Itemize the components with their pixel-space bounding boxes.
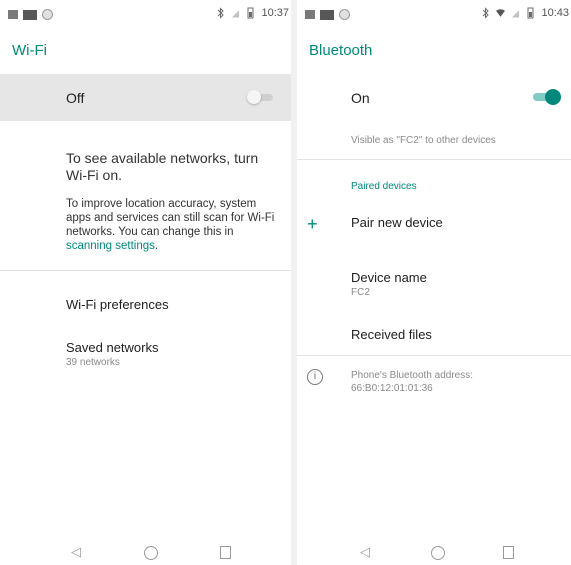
nav-bar: ◁ (297, 540, 571, 565)
notification-icon (305, 10, 315, 19)
divider (0, 270, 291, 271)
home-icon[interactable] (144, 546, 158, 560)
bluetooth-toggle-row[interactable]: On (297, 78, 571, 116)
plus-icon[interactable]: + (307, 214, 318, 235)
wifi-toggle-label: Off (66, 90, 85, 106)
recents-icon[interactable] (503, 546, 514, 559)
wifi-toggle-row[interactable]: Off (0, 74, 291, 121)
status-right-icons: 10:43 (481, 7, 569, 19)
screenshot-comparison: 10:37 Wi-Fi Off To see available network… (0, 0, 571, 565)
battery-icon (247, 7, 254, 19)
bluetooth-icon (483, 7, 490, 19)
bluetooth-toggle-label: On (351, 90, 370, 106)
bluetooth-address-label: Phone's Bluetooth address: (351, 370, 473, 381)
status-right-icons: 10:37 (216, 7, 289, 19)
circle-icon (339, 9, 350, 20)
toggle-thumb (545, 89, 561, 105)
saved-networks-title: Saved networks (66, 340, 159, 355)
wifi-toggle-switch[interactable] (247, 90, 273, 104)
status-left-icons (8, 9, 53, 20)
status-bar: 10:37 (0, 0, 291, 28)
bluetooth-toggle-switch[interactable] (531, 89, 561, 105)
saved-networks-count: 39 networks (66, 357, 120, 368)
device-name-value: FC2 (351, 287, 370, 298)
wifi-icon (496, 9, 506, 17)
visibility-text: Visible as "FC2" to other devices (351, 135, 496, 146)
battery-icon (527, 7, 534, 19)
info-icon: i (307, 369, 323, 385)
notification-icon (8, 10, 18, 19)
signal-icon (512, 10, 520, 18)
page-title: Bluetooth (309, 42, 373, 59)
wifi-scan-note-text: To improve location accuracy, system app… (66, 198, 275, 238)
page-title: Wi-Fi (12, 42, 47, 59)
bluetooth-icon (218, 7, 225, 19)
bluetooth-address-value: 66:B0:12:01:01:36 (351, 383, 433, 394)
nav-bar: ◁ (0, 540, 291, 565)
app-bar: Bluetooth (297, 28, 571, 68)
back-icon[interactable]: ◁ (71, 544, 81, 560)
received-files-item[interactable]: Received files (351, 327, 432, 342)
back-icon[interactable]: ◁ (360, 544, 370, 560)
wifi-scan-note: To improve location accuracy, system app… (66, 197, 281, 253)
status-left-icons (305, 9, 350, 20)
image-icon (320, 9, 334, 20)
scanning-settings-link[interactable]: scanning settings (66, 240, 155, 252)
toggle-thumb (247, 90, 261, 104)
recents-icon[interactable] (220, 546, 231, 559)
divider (297, 159, 571, 160)
paired-devices-header: Paired devices (351, 181, 417, 192)
wifi-screen: 10:37 Wi-Fi Off To see available network… (0, 0, 291, 565)
image-icon (23, 9, 37, 20)
bluetooth-screen: 10:43 Bluetooth On Visible as "FC2" to o… (297, 0, 571, 565)
signal-icon (232, 10, 240, 18)
wifi-preferences-item[interactable]: Wi-Fi preferences (66, 297, 169, 312)
device-name-title: Device name (351, 270, 427, 285)
pair-new-device-item[interactable]: Pair new device (351, 215, 443, 230)
status-time: 10:43 (541, 7, 569, 19)
wifi-off-message: To see available networks, turn Wi-Fi on… (66, 150, 259, 183)
status-time: 10:37 (261, 7, 289, 19)
divider (297, 355, 571, 356)
app-bar: Wi-Fi (0, 28, 291, 68)
circle-icon (42, 9, 53, 20)
home-icon[interactable] (431, 546, 445, 560)
wifi-scan-note-end: . (154, 240, 159, 252)
status-bar: 10:43 (297, 0, 571, 28)
